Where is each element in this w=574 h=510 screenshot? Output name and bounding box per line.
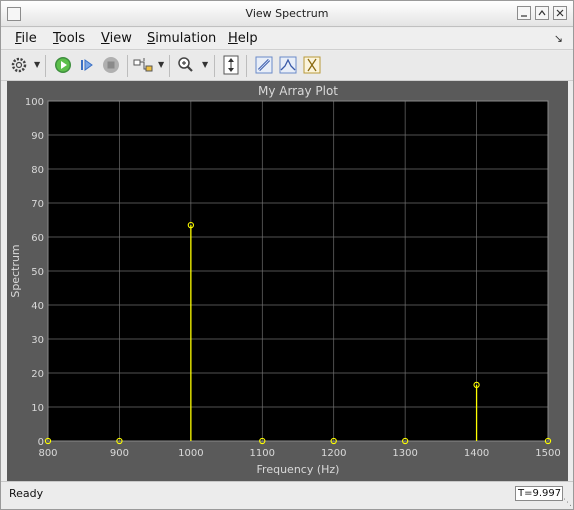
close-button[interactable] bbox=[553, 6, 567, 20]
minimize-button[interactable] bbox=[517, 6, 531, 20]
toolbar-separator bbox=[45, 55, 46, 77]
menu-file[interactable]: File bbox=[15, 31, 37, 46]
settings-button[interactable] bbox=[9, 55, 29, 75]
run-icon bbox=[55, 57, 71, 73]
y-tick-label: 0 bbox=[38, 437, 44, 448]
resize-grip-icon[interactable]: ⋱ bbox=[563, 498, 572, 508]
chart-title: My Array Plot bbox=[258, 84, 338, 98]
menu-bar: File Tools View Simulation Help ↘ bbox=[1, 28, 573, 50]
window-title: View Spectrum bbox=[245, 7, 329, 20]
x-tick-label: 1300 bbox=[392, 448, 417, 459]
y-axis-label: Spectrum bbox=[9, 244, 22, 297]
peak-finder-button[interactable] bbox=[278, 55, 298, 75]
scale-axes-icon bbox=[223, 55, 239, 75]
menu-help[interactable]: Help bbox=[228, 31, 258, 46]
y-tick-label: 60 bbox=[31, 233, 44, 244]
cursor-measurements-button[interactable] bbox=[254, 55, 274, 75]
zoom-button[interactable] bbox=[176, 55, 196, 75]
maximize-button[interactable] bbox=[535, 6, 549, 20]
x-tick-label: 900 bbox=[110, 448, 129, 459]
step-forward-icon bbox=[81, 59, 93, 71]
step-forward-button[interactable] bbox=[77, 55, 97, 75]
x-tick-label: 1100 bbox=[250, 448, 275, 459]
toolbar-separator bbox=[169, 55, 170, 77]
y-tick-label: 50 bbox=[31, 267, 44, 278]
status-text: Ready bbox=[9, 487, 44, 500]
x-tick-label: 1000 bbox=[178, 448, 203, 459]
x-tick-label: 1500 bbox=[535, 448, 560, 459]
spectrum-chart[interactable]: My Array Plot 0 10 20 30 40 50 60 70 80 90 100 800 90… bbox=[7, 81, 568, 481]
plot-panel: My Array Plot 0 10 20 30 40 50 60 70 80 90 100 800 90… bbox=[7, 81, 568, 481]
undock-icon[interactable]: ↘ bbox=[554, 32, 563, 45]
y-tick-label: 80 bbox=[31, 165, 44, 176]
y-tick-label: 10 bbox=[31, 403, 44, 414]
menu-simulation[interactable]: Simulation bbox=[147, 31, 216, 46]
run-button[interactable] bbox=[53, 55, 73, 75]
signal-stats-icon bbox=[303, 56, 321, 74]
signal-select-dropdown-icon[interactable]: ▼ bbox=[158, 60, 164, 69]
zoom-dropdown-icon[interactable]: ▼ bbox=[202, 60, 208, 69]
menu-tools[interactable]: Tools bbox=[53, 31, 85, 46]
simulation-time-readout: T=9.997 bbox=[515, 486, 563, 501]
title-bar: View Spectrum bbox=[1, 1, 573, 27]
stop-button[interactable] bbox=[101, 55, 121, 75]
signal-select-icon bbox=[133, 58, 153, 72]
y-tick-label: 20 bbox=[31, 369, 44, 380]
toolbar-separator bbox=[127, 55, 128, 77]
cursor-measurements-icon bbox=[255, 56, 273, 74]
settings-icon bbox=[11, 57, 27, 73]
y-tick-label: 70 bbox=[31, 199, 44, 210]
x-tick-label: 800 bbox=[38, 448, 57, 459]
signal-stats-button[interactable] bbox=[302, 55, 322, 75]
y-tick-label: 30 bbox=[31, 335, 44, 346]
y-tick-label: 90 bbox=[31, 131, 44, 142]
zoom-icon bbox=[178, 57, 193, 72]
toolbar-separator bbox=[246, 55, 247, 77]
y-tick-label: 100 bbox=[25, 97, 44, 108]
view-spectrum-window: View Spectrum File Tools View Simulation… bbox=[0, 0, 574, 510]
x-tick-label: 1200 bbox=[321, 448, 346, 459]
x-tick-label: 1400 bbox=[464, 448, 489, 459]
scale-axes-button[interactable] bbox=[221, 55, 241, 75]
toolbar: ▼ ▼ ▼ bbox=[1, 51, 573, 81]
peak-finder-icon bbox=[279, 56, 297, 74]
stop-icon bbox=[103, 57, 119, 73]
status-bar: Ready T=9.997 ⋱ bbox=[1, 481, 573, 509]
y-tick-label: 40 bbox=[31, 301, 44, 312]
menu-view[interactable]: View bbox=[101, 31, 132, 46]
signal-select-button[interactable] bbox=[133, 55, 153, 75]
maximize-icon bbox=[538, 10, 546, 16]
toolbar-separator bbox=[214, 55, 215, 77]
settings-dropdown-icon[interactable]: ▼ bbox=[34, 60, 40, 69]
minimize-icon bbox=[521, 15, 527, 17]
close-icon bbox=[556, 9, 564, 17]
x-axis-label: Frequency (Hz) bbox=[257, 463, 340, 476]
